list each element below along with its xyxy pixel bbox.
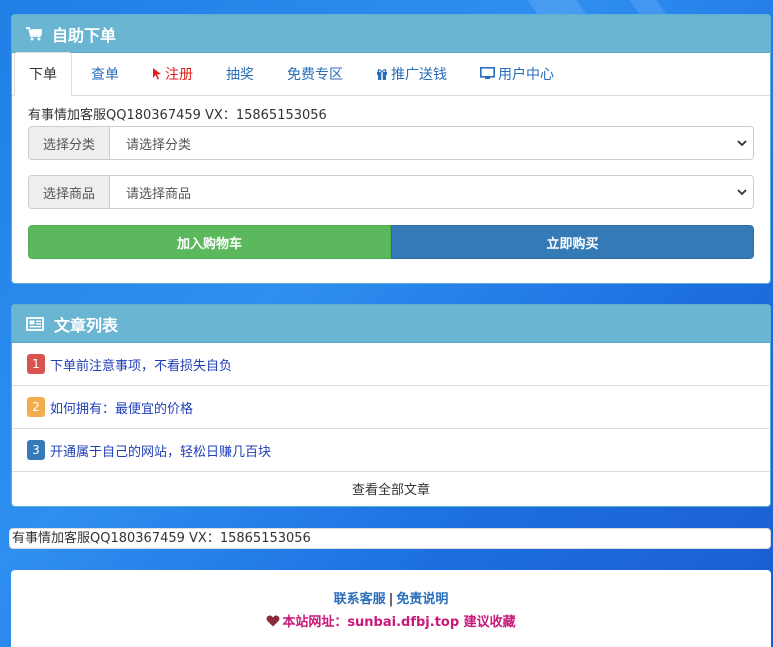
tab-user-center[interactable]: 用户中心	[466, 52, 568, 95]
article-link[interactable]: 如何拥有：最便宜的价格	[50, 398, 193, 417]
heart-icon	[266, 615, 280, 627]
article-index-badge: 3	[27, 440, 45, 460]
product-label: 选择商品	[29, 176, 110, 208]
list-item[interactable]: 2 如何拥有：最便宜的价格	[12, 386, 770, 429]
tab-label: 注册	[165, 66, 193, 83]
footer: 联系客服 | 免责说明 本站网址：sunbai.dfbj.top 建议收藏	[11, 570, 771, 647]
order-buttons: 加入购物车 立即购买	[28, 225, 754, 259]
articles-panel-header: 文章列表	[12, 305, 770, 343]
tab-query[interactable]: 查单	[77, 52, 133, 95]
view-all-articles-button[interactable]: 查看全部文章	[12, 472, 770, 504]
order-form: 有事情加客服QQ180367459 VX：15865153056 选择分类 请选…	[12, 96, 770, 259]
article-link[interactable]: 下单前注意事项，不看损失自负	[50, 355, 232, 374]
buy-now-button[interactable]: 立即购买	[391, 225, 754, 259]
site-address: 本站网址：sunbai.dfbj.top 建议收藏	[11, 611, 771, 630]
category-select-value: 请选择分类	[126, 137, 192, 153]
footer-separator: |	[388, 592, 394, 607]
tab-promote[interactable]: 推广送钱	[362, 52, 461, 95]
tab-register[interactable]: 注册	[138, 52, 207, 95]
order-panel-title: 自助下单	[52, 25, 117, 45]
tab-order[interactable]: 下单	[14, 52, 72, 96]
list-item[interactable]: 3 开通属于自己的网站，轻松日赚几百块	[12, 429, 770, 472]
contact-service-link[interactable]: 联系客服	[334, 592, 386, 607]
newspaper-icon	[26, 316, 44, 331]
tab-label: 抽奖	[226, 66, 254, 83]
article-index-badge: 2	[27, 397, 45, 417]
articles-panel: 文章列表 1 下单前注意事项，不看损失自负 2 如何拥有：最便宜的价格 3 开通…	[11, 304, 771, 507]
service-notice: 有事情加客服QQ180367459 VX：15865153056	[28, 108, 327, 123]
tab-label: 查单	[91, 66, 119, 83]
category-select-group[interactable]: 选择分类 请选择分类	[28, 126, 754, 160]
tab-label: 免费专区	[287, 66, 343, 83]
disclaimer-link[interactable]: 免责说明	[396, 592, 448, 607]
site-address-text: 本站网址：sunbai.dfbj.top 建议收藏	[282, 615, 516, 630]
arrow-cursor-icon	[152, 67, 162, 80]
add-to-cart-button[interactable]: 加入购物车	[28, 225, 391, 259]
tab-label: 推广送钱	[391, 66, 447, 83]
gift-icon	[376, 68, 388, 80]
order-panel: 自助下单 下单 查单 注册 抽奖 免费专区 推广送钱 用户中心 有事情加客服QQ…	[11, 14, 771, 284]
contact-strip: 有事情加客服QQ180367459 VX：15865153056	[9, 528, 771, 549]
footer-links: 联系客服 | 免责说明	[11, 588, 771, 607]
tab-free-zone[interactable]: 免费专区	[273, 52, 357, 95]
articles-panel-title: 文章列表	[54, 315, 119, 335]
list-item[interactable]: 1 下单前注意事项，不看损失自负	[12, 343, 770, 386]
article-index-badge: 1	[27, 354, 45, 374]
article-link[interactable]: 开通属于自己的网站，轻松日赚几百块	[50, 441, 271, 460]
category-label: 选择分类	[29, 127, 110, 159]
shopping-cart-icon	[26, 26, 42, 41]
tab-lottery[interactable]: 抽奖	[212, 52, 268, 95]
category-select[interactable]: 请选择分类	[110, 127, 753, 159]
monitor-icon	[480, 67, 495, 80]
chevron-down-icon	[737, 136, 747, 151]
product-select[interactable]: 请选择商品	[110, 176, 753, 208]
order-tabs: 下单 查单 注册 抽奖 免费专区 推广送钱 用户中心	[12, 52, 770, 96]
product-select-group[interactable]: 选择商品 请选择商品	[28, 175, 754, 209]
product-select-value: 请选择商品	[126, 186, 192, 202]
tab-label: 下单	[29, 67, 57, 83]
chevron-down-icon	[737, 185, 747, 200]
order-panel-header: 自助下单	[12, 15, 770, 53]
tab-label: 用户中心	[498, 66, 554, 83]
